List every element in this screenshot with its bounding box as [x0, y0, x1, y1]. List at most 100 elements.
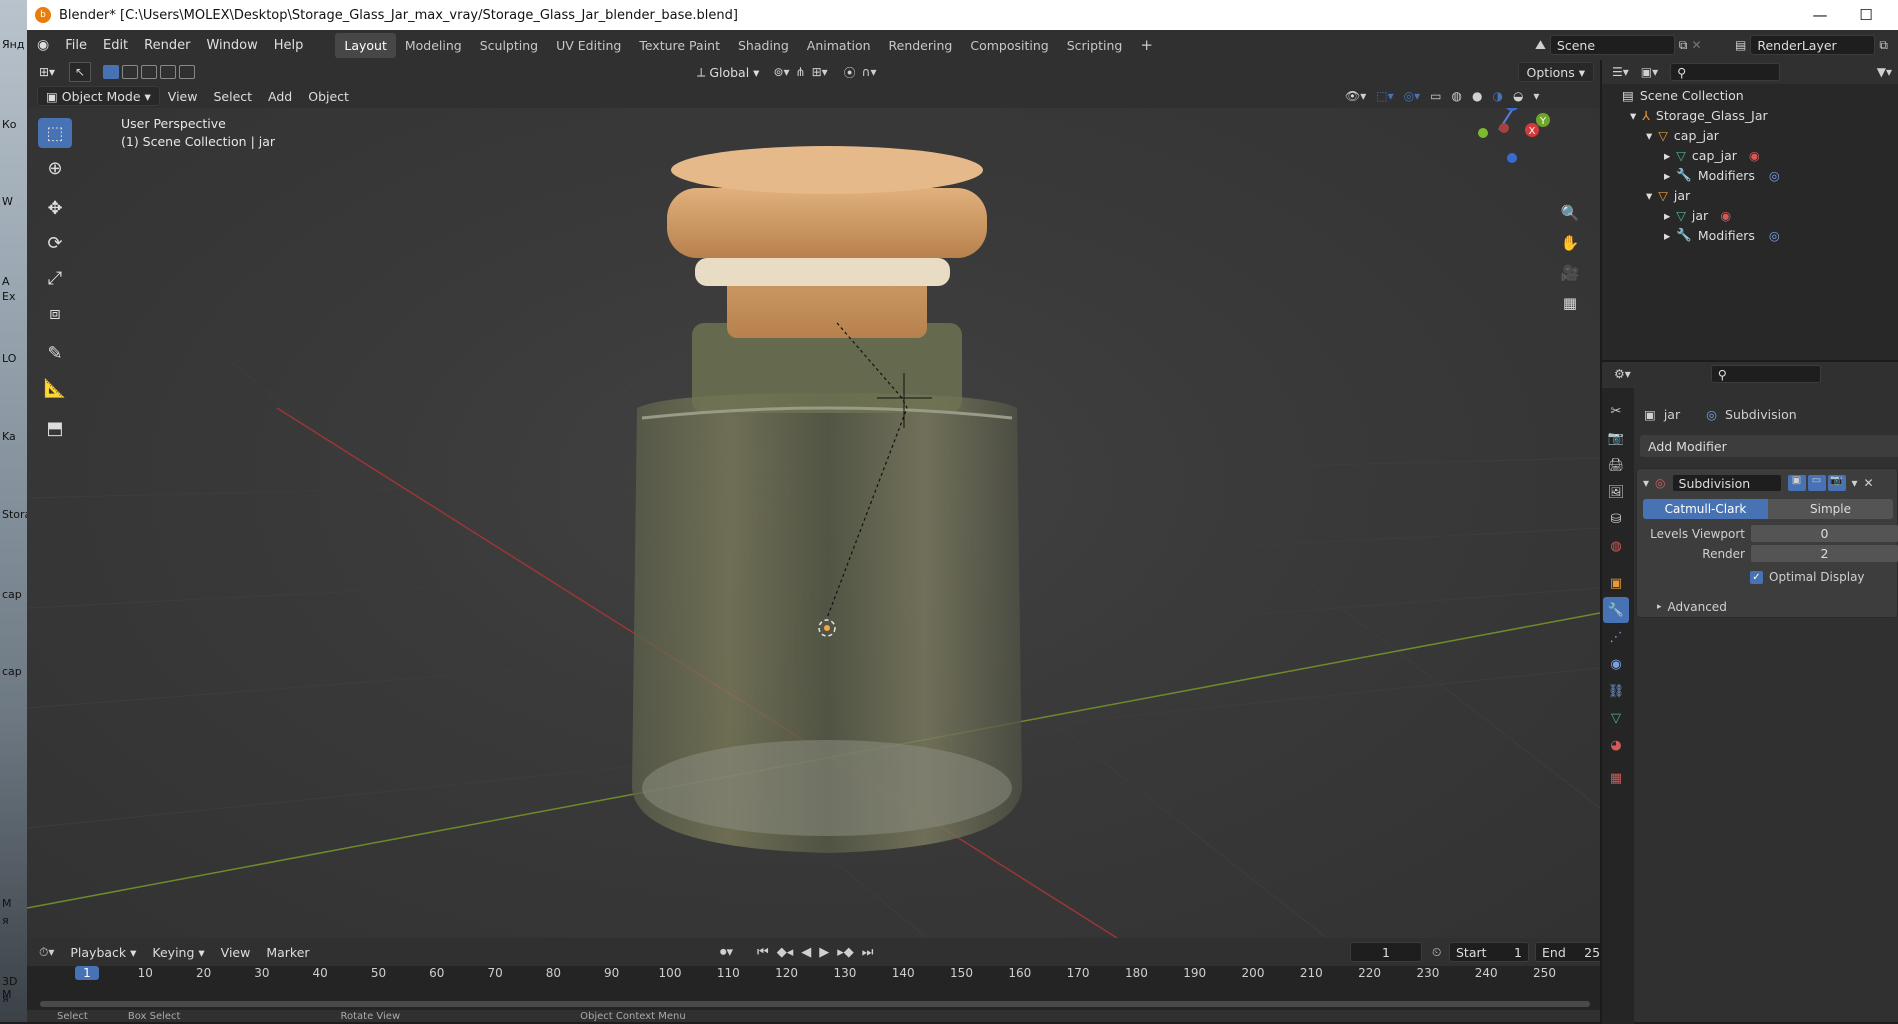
start-frame-field[interactable]: Start 1 — [1449, 942, 1529, 962]
next-keyframe-icon[interactable]: ▸◆ — [837, 945, 854, 960]
options-dropdown[interactable]: Options ▾ — [1517, 62, 1594, 82]
transform-orientation-dropdown[interactable]: ⟂ Global ▾ — [689, 62, 767, 82]
constraints-tab[interactable]: ⛓ — [1603, 678, 1629, 704]
annotate-tool[interactable]: ✎ — [38, 338, 72, 368]
outliner-search[interactable]: ⚲ — [1670, 63, 1781, 81]
shading-options-icon[interactable]: ▾ — [1533, 89, 1539, 103]
outliner-row-jar[interactable]: ▾ ▽ jar — [1602, 185, 1898, 205]
menu-timeline-view[interactable]: View — [213, 942, 259, 962]
render-tab[interactable]: 📷 — [1603, 425, 1629, 451]
move-tool[interactable]: ✥ — [38, 193, 72, 223]
output-tab[interactable]: 🖨 — [1603, 452, 1629, 478]
menu-file[interactable]: File — [57, 38, 95, 53]
view-layer-tab[interactable]: 🖼 — [1603, 479, 1629, 505]
render-layer-selector[interactable]: RenderLayer — [1750, 35, 1876, 55]
object-tab[interactable]: ▣ — [1603, 570, 1629, 596]
modifier-name-field[interactable]: Subdivision — [1671, 474, 1782, 492]
proportional-edit-icon[interactable]: ⦿ — [844, 64, 856, 81]
tab-texture-paint[interactable]: Texture Paint — [630, 33, 729, 58]
outliner-row-storage-glass-jar[interactable]: ▾ ⅄ Storage_Glass_Jar — [1602, 105, 1898, 125]
wireframe-shading-icon[interactable]: ◍ — [1451, 89, 1461, 103]
modifier-visibility-toggles[interactable]: ▣ ▭ 📷 — [1787, 475, 1846, 491]
add-workspace-icon[interactable]: + — [1131, 31, 1162, 59]
prev-keyframe-icon[interactable]: ◆◂ — [777, 945, 794, 960]
transform-tool[interactable]: ⧈ — [38, 298, 72, 328]
falloff-icon[interactable]: ∩▾ — [862, 65, 877, 79]
display-mode-icon[interactable]: ▣▾ — [1641, 65, 1658, 79]
menu-keying[interactable]: Keying ▾ — [144, 942, 212, 962]
rotate-tool[interactable]: ⟳ — [38, 228, 72, 258]
zoom-button[interactable]: 🔍 — [1557, 200, 1583, 226]
scale-tool[interactable]: ⤢ — [38, 263, 72, 293]
material-shading-icon[interactable]: ◑ — [1492, 89, 1502, 103]
minimize-button[interactable]: — — [1797, 0, 1843, 30]
expand-chevron-icon[interactable]: ▾ — [1646, 188, 1652, 203]
menu-add[interactable]: Add — [260, 86, 300, 106]
current-frame-field[interactable]: 1 — [1350, 942, 1422, 962]
editor-type-icon[interactable]: ⊞▾ — [39, 65, 55, 79]
play-reverse-icon[interactable]: ◀ — [801, 945, 811, 960]
scene-icon[interactable]: ⛰ — [1535, 38, 1546, 53]
particles-tab[interactable]: ⋰ — [1603, 624, 1629, 650]
menu-render[interactable]: Render — [136, 38, 198, 53]
gizmo-toggle-icon[interactable]: ⬚▾ — [1376, 89, 1393, 103]
camera-view-button[interactable]: 🎥 — [1557, 260, 1583, 286]
outliner-row-jar-mesh[interactable]: ▸ ▽ jar ◉ — [1602, 205, 1898, 225]
navigation-gizmo[interactable]: Z X Y — [1478, 108, 1550, 163]
tool-tab[interactable]: ✂ — [1603, 398, 1629, 424]
menu-edit[interactable]: Edit — [95, 38, 136, 53]
scene-selector[interactable]: Scene — [1549, 35, 1675, 55]
collapse-chevron-icon[interactable]: ▾ — [1643, 476, 1649, 490]
close-icon[interactable]: ✕ — [1864, 476, 1874, 490]
measure-tool[interactable]: 📐 — [38, 373, 72, 403]
simple-option[interactable]: Simple — [1768, 499, 1893, 519]
rendered-shading-icon[interactable]: ◒ — [1513, 89, 1523, 103]
modifier-tab[interactable]: 🔧 — [1603, 597, 1629, 623]
outliner-row-cap-jar[interactable]: ▾ ▽ cap_jar — [1602, 125, 1898, 145]
modifier-menu-icon[interactable]: ▾ — [1852, 476, 1858, 490]
properties-search[interactable]: ⚲ — [1710, 365, 1821, 383]
collapse-chevron-icon[interactable]: ▸ — [1664, 148, 1670, 163]
tab-shading[interactable]: Shading — [729, 33, 798, 58]
mode-dropdown[interactable]: ▣ Object Mode ▾ — [37, 86, 160, 106]
timeline-ruler[interactable]: 1 10 20 30 40 50 60 70 80 90 100 110 120 130 140 150 160… — [27, 966, 1600, 986]
cursor-tool[interactable]: ⊕ — [38, 153, 72, 183]
outliner-row-cap-jar-mesh[interactable]: ▸ ▽ cap_jar ◉ — [1602, 145, 1898, 165]
snap-target-icon[interactable]: ⊞▾ — [812, 65, 828, 79]
add-modifier-button[interactable]: Add Modifier — [1640, 435, 1898, 457]
menu-help[interactable]: Help — [266, 38, 312, 53]
new-scene-icon[interactable]: ⧉ — [1679, 38, 1688, 53]
outliner-panel[interactable]: ☰▾ ▣▾ ⚲ ▼▾ ▤ Scene Collection ▾ ⅄ Storage_G… — [1600, 60, 1898, 360]
delete-scene-icon[interactable]: ✕ — [1692, 38, 1702, 52]
levels-viewport-field[interactable]: 0 — [1750, 524, 1898, 543]
menu-window[interactable]: Window — [198, 38, 265, 53]
properties-panel[interactable]: ⚙▾ ⚲ ▣ jar ◎ Subdivision Add Modifier — [1600, 360, 1898, 1024]
xray-icon[interactable]: ▭ — [1430, 89, 1441, 103]
menu-view[interactable]: View — [160, 86, 206, 106]
menu-playback[interactable]: Playback ▾ — [62, 942, 144, 962]
ortho-toggle-button[interactable]: ▦ — [1557, 290, 1583, 316]
expand-chevron-icon[interactable]: ▾ — [1630, 108, 1636, 123]
tab-layout[interactable]: Layout — [335, 32, 396, 58]
overlay-toggle-icon[interactable]: ◎▾ — [1404, 89, 1421, 103]
pan-button[interactable]: ✋ — [1557, 230, 1583, 256]
select-tool-icon[interactable]: ↖ — [69, 62, 92, 82]
collapse-chevron-icon[interactable]: ▸ — [1664, 208, 1670, 223]
optimal-display-checkbox[interactable]: ✓ Optimal Display — [1750, 570, 1865, 584]
outliner-row-cap-jar-modifiers[interactable]: ▸ 🔧 Modifiers ◎ — [1602, 165, 1898, 185]
scene-tab[interactable]: ⛁ — [1603, 506, 1629, 532]
collapse-chevron-icon[interactable]: ▸ — [1664, 168, 1670, 183]
blender-menu-icon[interactable]: ◉ — [37, 37, 49, 53]
tab-animation[interactable]: Animation — [798, 33, 880, 58]
maximize-button[interactable]: ☐ — [1843, 0, 1889, 30]
jump-start-icon[interactable]: ⏮ — [757, 945, 769, 960]
tab-rendering[interactable]: Rendering — [880, 33, 962, 58]
new-render-layer-icon[interactable]: ⧉ — [1879, 38, 1888, 53]
menu-object[interactable]: Object — [300, 86, 357, 106]
properties-editor-type-icon[interactable]: ⚙▾ — [1614, 367, 1631, 381]
menu-marker[interactable]: Marker — [258, 942, 317, 962]
tab-sculpting[interactable]: Sculpting — [471, 33, 547, 58]
play-icon[interactable]: ▶ — [819, 945, 829, 960]
material-tab[interactable]: ◕ — [1603, 732, 1629, 758]
add-cube-tool[interactable]: ⬒ — [38, 413, 72, 443]
